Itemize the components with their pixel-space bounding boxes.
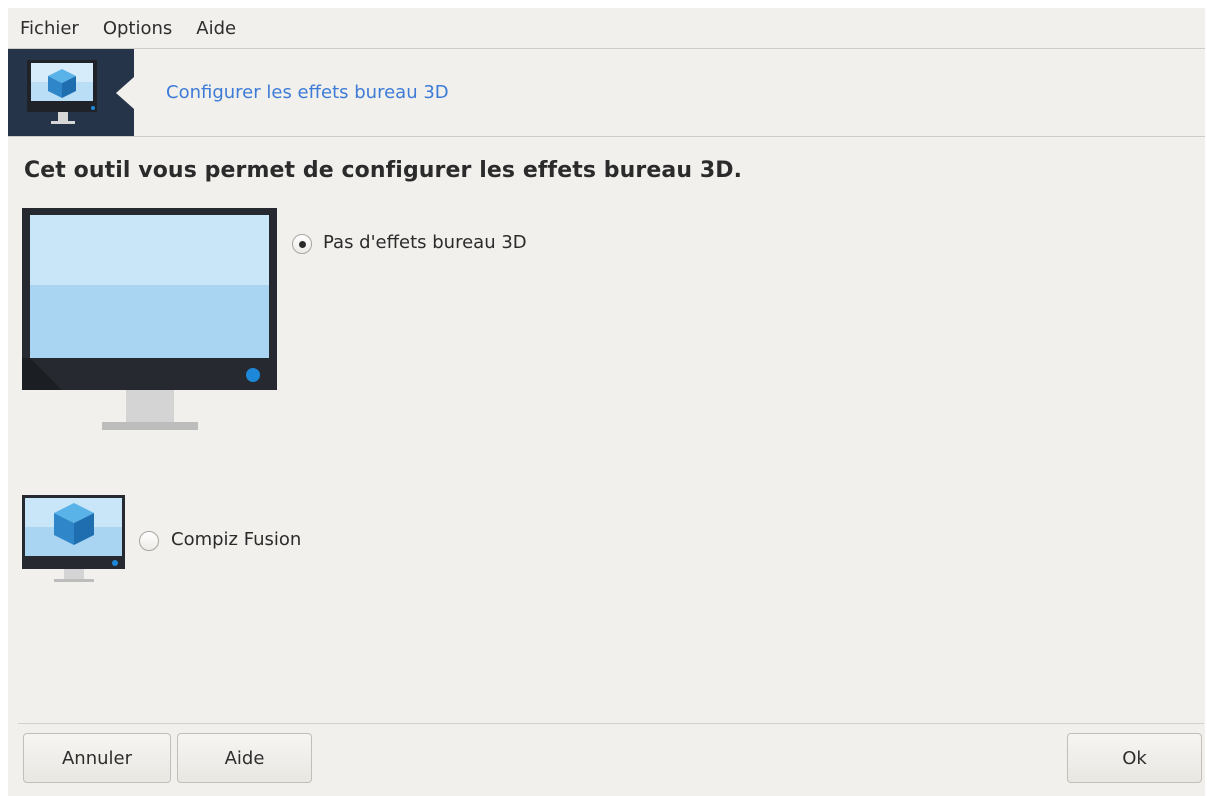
intro-text: Cet outil vous permet de configurer les … (24, 158, 743, 183)
radio-compiz[interactable] (139, 531, 159, 551)
cancel-button[interactable]: Annuler (23, 733, 171, 783)
menubar: Fichier Options Aide (8, 8, 1205, 49)
ok-button[interactable]: Ok (1067, 733, 1202, 783)
header-notch (116, 77, 134, 109)
monitor-icon (22, 208, 278, 437)
header-title: Configurer les effets bureau 3D (166, 82, 449, 103)
menu-options[interactable]: Options (91, 18, 184, 39)
option-label-compiz: Compiz Fusion (171, 529, 302, 550)
menu-fichier[interactable]: Fichier (8, 18, 91, 39)
app-window: Fichier Options Aide Configurer les effe… (8, 8, 1205, 796)
help-button[interactable]: Aide (177, 733, 312, 783)
header-banner: Configurer les effets bureau 3D (8, 49, 1205, 137)
footer-separator (18, 723, 1204, 724)
menu-aide[interactable]: Aide (184, 18, 248, 39)
monitor-cube-icon (22, 495, 126, 591)
option-label-no-effects: Pas d'effets bureau 3D (323, 232, 527, 253)
radio-no-effects[interactable] (292, 234, 312, 254)
